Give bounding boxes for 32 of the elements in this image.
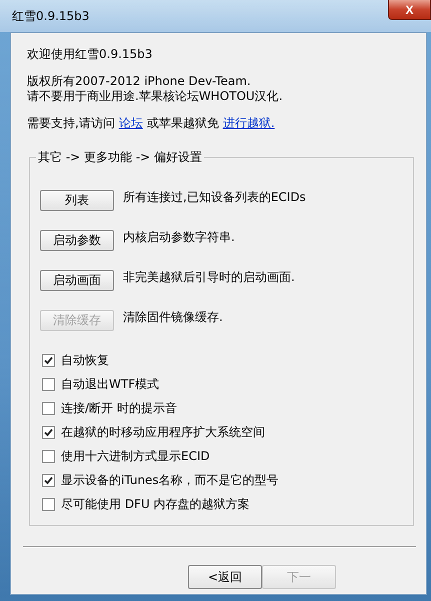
- welcome-text: 欢迎使用红雪0.9.15b3: [27, 47, 154, 62]
- action-description: 清除固件镜像缓存.: [123, 310, 223, 324]
- action-description: 所有连接过,已知设备列表的ECIDs: [123, 190, 306, 204]
- checkbox[interactable]: [42, 402, 55, 414]
- action-button[interactable]: 启动参数: [40, 230, 114, 251]
- option-label: 使用十六进制方式显示ECID: [61, 449, 210, 463]
- back-button[interactable]: <返回: [188, 565, 262, 589]
- option-label: 尽可能使用 DFU 内存盘的越狱方案: [61, 497, 250, 511]
- checkbox[interactable]: [42, 450, 55, 462]
- option-label: 连接/断开 时的提示音: [61, 401, 177, 415]
- checkbox[interactable]: [42, 498, 55, 510]
- option-label: 自动恢复: [61, 353, 109, 367]
- forum-link[interactable]: 论坛: [118, 116, 143, 130]
- checkbox[interactable]: [42, 354, 55, 366]
- option-label: 自动退出WTF模式: [61, 377, 160, 391]
- checkbox[interactable]: [42, 426, 55, 438]
- option-label: 显示设备的iTunes名称，而不是它的型号: [61, 473, 279, 487]
- jailbreak-link[interactable]: 进行越狱.: [222, 116, 275, 130]
- support-text: 需要支持,请访问: [27, 116, 115, 130]
- copyright-text: 版权所有2007-2012 iPhone Dev-Team.: [27, 74, 252, 89]
- support-text: 或苹果越狱免: [146, 116, 219, 130]
- action-button[interactable]: 列表: [40, 190, 114, 211]
- action-description: 非完美越狱后引导时的启动画面.: [123, 270, 295, 284]
- action-button[interactable]: 启动画面: [40, 270, 114, 291]
- notice-text: 请不要用于商业用途.苹果核论坛WHOTOU汉化.: [27, 89, 284, 104]
- checkbox[interactable]: [42, 474, 55, 486]
- window-title: 红雪0.9.15b3: [12, 8, 90, 24]
- action-description: 内核启动参数字符串.: [123, 230, 235, 244]
- group-legend: 其它 -> 更多功能 -> 偏好设置: [36, 149, 204, 166]
- checkbox[interactable]: [42, 378, 55, 390]
- option-label: 在越狱的时移动应用程序扩大系统空间: [61, 425, 265, 439]
- close-button[interactable]: X: [388, 0, 431, 20]
